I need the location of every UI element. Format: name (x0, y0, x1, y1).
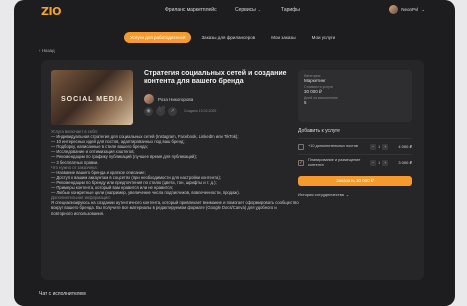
top-bar: ZIO Фриланс маркетплейс Сервисы ⌄ Тарифы … (14, 0, 455, 22)
addon-checkbox[interactable] (298, 143, 304, 150)
minus-button[interactable]: − (370, 159, 376, 166)
author-avatar (144, 94, 154, 104)
app-window: ZIO Фриланс маркетплейс Сервисы ⌄ Тарифы … (14, 0, 455, 306)
addons-title: Добавить к услуге (298, 128, 340, 134)
service-info: Категория Маркетинг Стоимость услуги 30 … (298, 70, 412, 122)
tab-employer-services[interactable]: Услуги для работодателей (124, 32, 192, 43)
tab-my-orders[interactable]: Мои заказы (265, 32, 301, 43)
minus-button[interactable]: − (370, 143, 376, 150)
addon-price: 4 000 ₽ (398, 144, 412, 149)
chat-heading: Чат с исполнителем (39, 291, 86, 297)
service-description: Услуга включает в себя: — Индивидуальная… (51, 129, 299, 216)
quantity-stepper: − 1 + (370, 143, 389, 150)
addon-option: ✓ Планирование и размещение контента − 1… (298, 154, 412, 170)
service-image: SOCIAL MEDIA (51, 70, 133, 125)
tab-my-services[interactable]: Мои услуги (306, 32, 342, 43)
addon-price: 3 000 ₽ (398, 160, 412, 165)
user-name: NeonPvl (401, 7, 419, 12)
chevron-down-icon: ⌄ (421, 6, 425, 12)
addon-option: +10 дополнительных постов − 1 + 4 000 ₽ (298, 138, 412, 154)
tabs: Услуги для работодателей Заказы для фрил… (124, 32, 341, 43)
quantity-stepper: − 1 + (370, 159, 389, 166)
action-icons: ◉ ♡ ↗ (144, 107, 177, 116)
history-link[interactable]: История сотрудничества ⌄ (298, 192, 412, 197)
back-link[interactable]: ‹ Назад (39, 48, 55, 53)
addon-name: Планирование и размещение контента (308, 158, 361, 167)
nav-services-label: Сервисы (235, 7, 256, 13)
days-value: 5 (304, 100, 307, 105)
history-label: История сотрудничества (298, 192, 344, 197)
quantity-value: 1 (378, 144, 381, 149)
order-sidebar: Категория Маркетинг Стоимость услуги 30 … (298, 70, 412, 197)
nav-pricing[interactable]: Тарифы (281, 7, 300, 13)
category-value: Маркетинг (304, 78, 326, 83)
extra-text: Я специализируюсь на создании аутентично… (51, 200, 299, 216)
chevron-down-icon: ⌄ (257, 7, 262, 12)
avatar (389, 5, 399, 14)
order-button[interactable]: Заказать 30 000 ₽ (298, 176, 412, 186)
tab-freelancer-orders[interactable]: Заказы для фрилансеров (195, 32, 261, 43)
addon-name: +10 дополнительных постов (308, 144, 358, 149)
chevron-down-icon: ⌄ (345, 192, 350, 197)
author-name: Роза Никогорова (158, 97, 194, 102)
back-label: Назад (41, 48, 55, 53)
plus-button[interactable]: + (382, 159, 389, 166)
logo[interactable]: ZIO (41, 5, 61, 18)
share-icon[interactable]: ↗ (168, 107, 177, 116)
service-image-text: SOCIAL MEDIA (61, 96, 124, 103)
created-date: Создано 10.02.2025 (184, 109, 217, 113)
service-card: SOCIAL MEDIA Стратегия социальных сетей … (41, 60, 424, 280)
nav-freelance-marketplace[interactable]: Фриланс маркетплейс (165, 7, 217, 13)
nav-services[interactable]: Сервисы ⌄ (235, 7, 261, 13)
heart-icon[interactable]: ♡ (156, 107, 165, 116)
addon-checkbox-checked[interactable]: ✓ (298, 159, 304, 166)
plus-button[interactable]: + (382, 143, 389, 150)
service-title: Стратегия социальных сетей и создание ко… (144, 70, 287, 85)
quantity-value: 1 (378, 160, 381, 165)
eye-icon[interactable]: ◉ (144, 107, 153, 116)
user-menu[interactable]: NeonPvl ⌄ (389, 5, 425, 14)
price-value: 30 000 ₽ (304, 89, 322, 94)
